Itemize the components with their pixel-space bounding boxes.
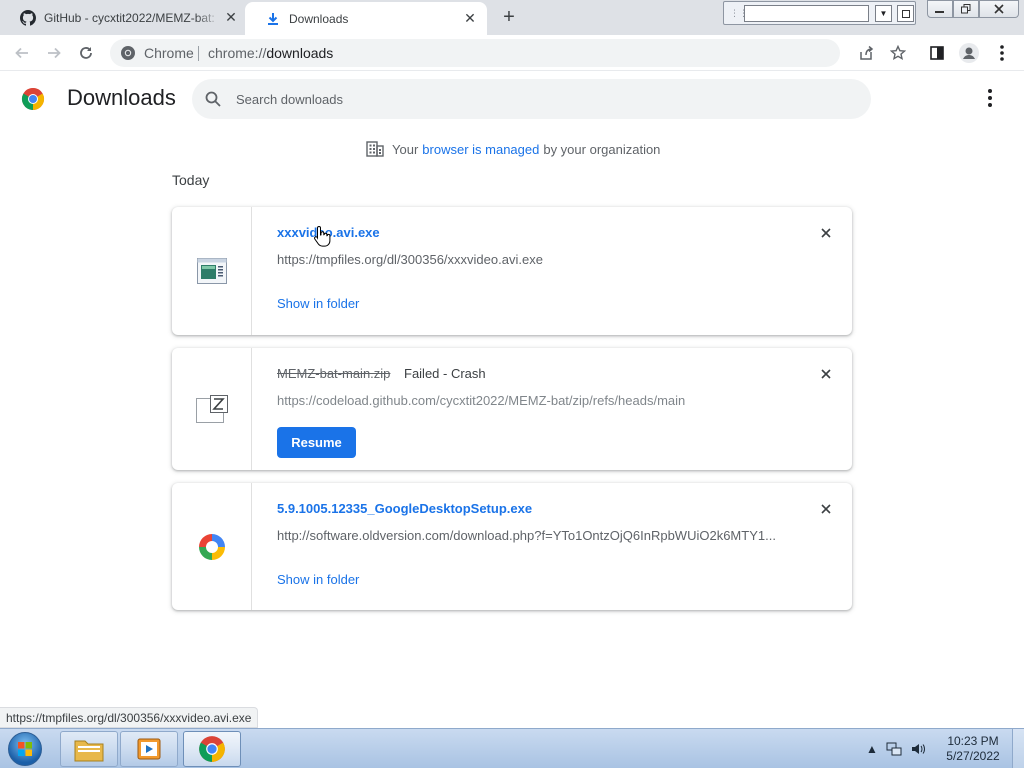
site-chip-label: Chrome (144, 45, 194, 61)
github-icon (20, 9, 36, 26)
site-chip[interactable]: Chrome (120, 39, 194, 67)
caption-input[interactable] (744, 5, 869, 22)
zip-file-icon (195, 395, 228, 423)
tab-strip: GitHub - cycxtit2022/MEMZ-bat: ✕ Downloa… (0, 0, 1024, 35)
reload-icon[interactable] (74, 41, 98, 65)
grip-icon: ⋮⋮ (730, 8, 748, 18)
tab-title: Downloads (289, 11, 349, 26)
browser-toolbar: Chrome chrome://downloads (0, 35, 1024, 71)
show-in-folder-link[interactable]: Show in folder (277, 572, 359, 587)
close-window-button[interactable] (978, 0, 1019, 18)
square-icon[interactable] (897, 5, 914, 22)
browser-managed-link[interactable]: browser is managed (422, 142, 539, 157)
system-tray: ▲ (866, 737, 926, 761)
search-input[interactable] (236, 79, 836, 119)
download-icon (265, 11, 281, 27)
search-icon (205, 91, 221, 107)
page-title: Downloads (67, 85, 176, 110)
folder-icon (74, 740, 104, 762)
menu-kebab-icon[interactable] (990, 41, 1014, 65)
star-icon[interactable] (886, 41, 910, 65)
minimize-button[interactable] (927, 0, 953, 18)
google-desktop-icon (198, 533, 225, 560)
start-button[interactable] (4, 730, 46, 768)
date-section-heading: Today (172, 172, 210, 188)
clock-time: 10:23 PM (947, 734, 999, 748)
restore-button[interactable] (952, 0, 979, 18)
show-desktop-button[interactable] (1012, 729, 1024, 768)
taskbar-chrome[interactable] (183, 731, 241, 767)
taskbar-explorer[interactable] (60, 731, 118, 767)
taskbar-media-player[interactable] (120, 731, 178, 767)
new-tab-button[interactable]: + (498, 6, 520, 28)
side-panel-icon[interactable] (925, 41, 949, 65)
windows-logo-icon (8, 732, 42, 766)
search-bar[interactable] (192, 79, 871, 119)
media-player-icon (137, 738, 161, 760)
share-icon[interactable] (854, 41, 878, 65)
tab-github[interactable]: GitHub - cycxtit2022/MEMZ-bat: ✕ (0, 0, 248, 35)
window-controls (927, 0, 1019, 18)
address-bar[interactable]: Chrome chrome://downloads (110, 39, 840, 67)
url-path: downloads (266, 45, 334, 61)
show-in-folder-link[interactable]: Show in folder (277, 296, 359, 311)
remove-item-icon[interactable] (817, 365, 835, 383)
windows-taskbar: ▲ 10:23 PM 5/27/2022 (0, 728, 1024, 768)
omnibox-divider (198, 46, 199, 61)
link-status-bubble: https://tmpfiles.org/dl/300356/xxxvideo.… (0, 707, 259, 728)
file-icon-column (172, 207, 252, 335)
remove-item-icon[interactable] (817, 224, 835, 242)
source-url[interactable]: https://codeload.github.com/cycxtit2022/… (277, 393, 685, 408)
back-arrow-icon[interactable] (10, 41, 34, 65)
window-caption-widget: ⋮⋮ ▼ (723, 1, 916, 25)
chrome-logo-icon (21, 87, 45, 110)
source-url[interactable]: http://software.oldversion.com/download.… (277, 528, 776, 543)
download-status: Failed - Crash (404, 366, 486, 381)
executable-file-icon (196, 258, 227, 284)
forward-arrow-icon[interactable] (42, 41, 66, 65)
file-name-link[interactable]: 5.9.1005.12335_GoogleDesktopSetup.exe (277, 501, 532, 516)
hand-cursor-icon (314, 225, 331, 247)
url-scheme: chrome:// (208, 45, 267, 61)
url-text[interactable]: chrome://downloads (208, 39, 333, 67)
chrome-taskbar-icon (199, 736, 225, 762)
source-url[interactable]: https://tmpfiles.org/dl/300356/xxxvideo.… (277, 252, 543, 267)
file-icon-column (172, 348, 252, 470)
more-actions-icon[interactable] (978, 86, 1002, 110)
downloads-header: Downloads (0, 72, 1024, 128)
file-name-failed: MEMZ-bat-main.zip (277, 366, 391, 381)
download-item: MEMZ-bat-main.zip Failed - Crash https:/… (172, 348, 852, 470)
download-item: 5.9.1005.12335_GoogleDesktopSetup.exe ht… (172, 483, 852, 610)
tab-close-icon[interactable]: ✕ (461, 10, 479, 28)
tab-title: GitHub - cycxtit2022/MEMZ-bat: (44, 10, 215, 25)
profile-avatar-icon[interactable] (957, 41, 981, 65)
managed-prefix: Your (392, 141, 419, 157)
tray-expand-icon[interactable]: ▲ (866, 742, 878, 756)
resume-button[interactable]: Resume (277, 427, 356, 458)
system-clock[interactable]: 10:23 PM 5/27/2022 (936, 734, 1010, 764)
volume-icon[interactable] (910, 741, 926, 757)
file-icon-column (172, 483, 252, 610)
tab-downloads[interactable]: Downloads ✕ (245, 2, 487, 35)
download-item: xxxvideo.avi.exe https://tmpfiles.org/dl… (172, 207, 852, 335)
tab-close-icon[interactable]: ✕ (222, 9, 240, 27)
chevron-down-icon[interactable]: ▼ (875, 5, 892, 22)
chrome-small-icon (121, 46, 135, 60)
remove-item-icon[interactable] (817, 500, 835, 518)
network-icon[interactable] (886, 741, 902, 757)
clock-date: 5/27/2022 (946, 749, 1000, 763)
managed-suffix: by your organization (543, 141, 661, 157)
managed-notice: Your browser is managed by your organiza… (366, 140, 660, 158)
building-icon (366, 141, 384, 157)
